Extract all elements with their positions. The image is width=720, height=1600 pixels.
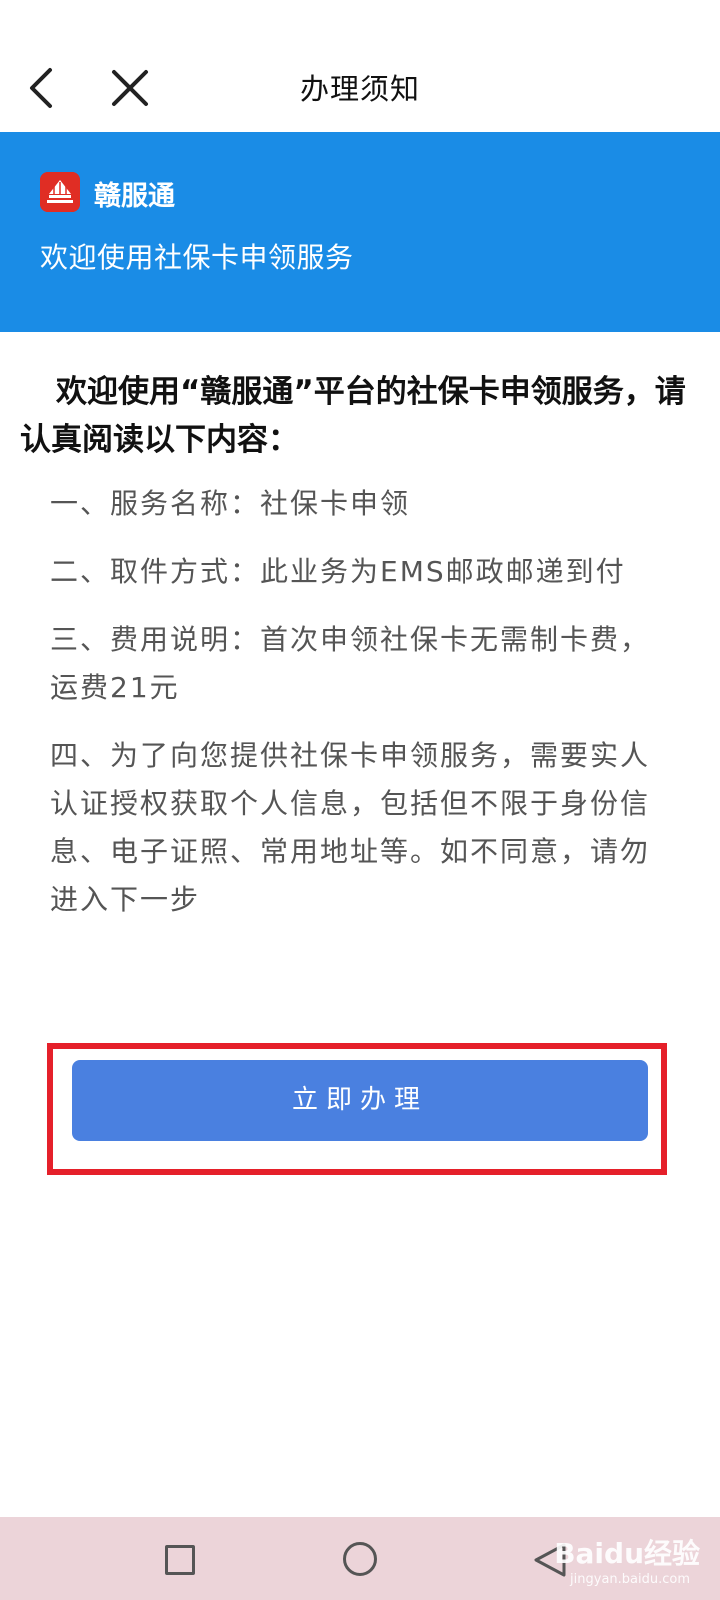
page-title: 办理须知 xyxy=(299,72,420,106)
notice-item-privacy: 四、为了向您提供社保卡申领服务，需要实人认证授权获取个人信息，包括但不限于身份信… xyxy=(50,739,651,916)
baidu-watermark-url: jingyan.baidu.com xyxy=(570,1572,690,1587)
home-circle-icon[interactable] xyxy=(343,1542,377,1576)
banner-subtitle: 欢迎使用社保卡申领服务 xyxy=(40,241,354,274)
notice-item-service-name: 一、服务名称：社保卡申领 xyxy=(50,487,411,520)
app-logo-icon xyxy=(40,172,80,212)
service-banner: 赣服通 欢迎使用社保卡申领服务 xyxy=(0,132,720,332)
notice-item-fee: 三、费用说明：首次申领社保卡无需制卡费，运费21元 xyxy=(50,623,651,704)
recent-apps-square-icon[interactable] xyxy=(165,1545,195,1575)
notice-item-pickup-method: 二、取件方式：此业务为EMS邮政邮递到付 xyxy=(50,555,626,588)
app-name: 赣服通 xyxy=(94,181,175,212)
apply-now-button[interactable]: 立即办理 xyxy=(72,1060,648,1141)
top-bar: 办理须知 xyxy=(0,0,720,132)
intro-heading: 欢迎使用“赣服通”平台的社保卡申领服务，请认真阅读以下内容： xyxy=(20,374,686,458)
notice-list: 一、服务名称：社保卡申领 二、取件方式：此业务为EMS邮政邮递到付 三、费用说明… xyxy=(50,480,670,944)
baidu-watermark: Baidu经验 xyxy=(554,1537,700,1570)
